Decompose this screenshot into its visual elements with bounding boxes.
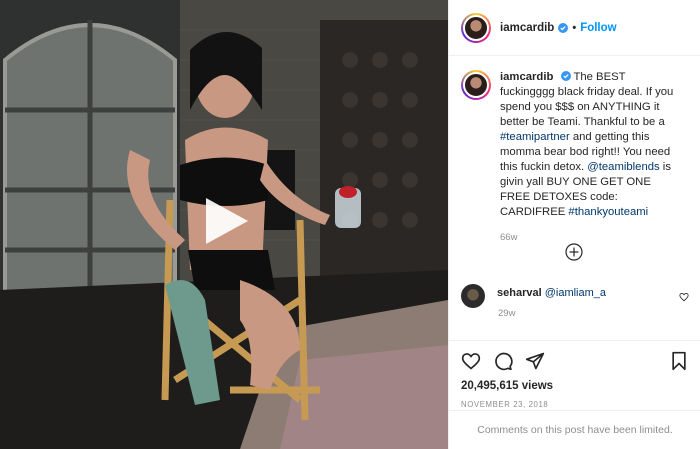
mention-teamiblends[interactable]: @teamiblends [587, 161, 659, 173]
author-avatar[interactable] [461, 12, 491, 43]
author-username[interactable]: iamcardib [500, 22, 554, 34]
share-button[interactable] [525, 351, 545, 371]
post-actions: 20,495,615 views NOVEMBER 23, 2018 [449, 340, 700, 409]
verified-badge-icon [558, 22, 569, 33]
comment-item: seharval @iamliam_a 29w [461, 284, 689, 319]
action-icons [461, 350, 689, 372]
post-date[interactable]: NOVEMBER 23, 2018 [461, 400, 689, 409]
comment-button[interactable] [493, 351, 513, 371]
post-caption: iamcardib The BEST fuckingggg black frid… [449, 56, 700, 245]
bookmark-icon [672, 351, 686, 371]
hashtag-thankyouteami[interactable]: #thankyouteami [568, 206, 648, 218]
caption-username[interactable]: iamcardib [500, 71, 553, 83]
follow-button[interactable]: Follow [580, 22, 616, 34]
comment-time: 29w [498, 308, 516, 319]
caption-avatar[interactable] [461, 70, 491, 100]
heart-icon [679, 293, 689, 302]
plus-circle-icon [565, 243, 583, 261]
hashtag-teamipartner[interactable]: #teamipartner [500, 131, 570, 143]
comment-icon [495, 352, 513, 371]
post-header: iamcardib • Follow [449, 0, 700, 56]
caption-text: iamcardib The BEST fuckingggg black frid… [500, 70, 680, 245]
load-more-comments-button[interactable] [565, 243, 583, 261]
commenter-avatar[interactable] [461, 284, 485, 308]
view-count[interactable]: 20,495,615 views [461, 380, 689, 392]
commenter-username[interactable]: seharval [497, 287, 542, 299]
share-icon [525, 352, 545, 370]
comment-like-button[interactable] [679, 292, 689, 302]
verified-badge-icon [560, 71, 571, 81]
comments-limited-notice: Comments on this post have been limited. [449, 410, 700, 449]
post-sidebar: iamcardib • Follow iamcardib The BEST fu… [448, 0, 700, 449]
comment-mention[interactable]: @iamliam_a [545, 287, 606, 299]
header-separator: • [572, 21, 577, 34]
play-button[interactable] [200, 196, 250, 246]
post-video[interactable] [0, 0, 448, 449]
comment-body: seharval @iamliam_a [497, 287, 606, 308]
like-button[interactable] [461, 351, 481, 371]
play-icon [206, 198, 248, 244]
save-button[interactable] [669, 351, 689, 371]
heart-icon [461, 353, 481, 370]
instagram-post: iamcardib • Follow iamcardib The BEST fu… [0, 0, 700, 449]
caption-time: 66w [500, 232, 518, 243]
